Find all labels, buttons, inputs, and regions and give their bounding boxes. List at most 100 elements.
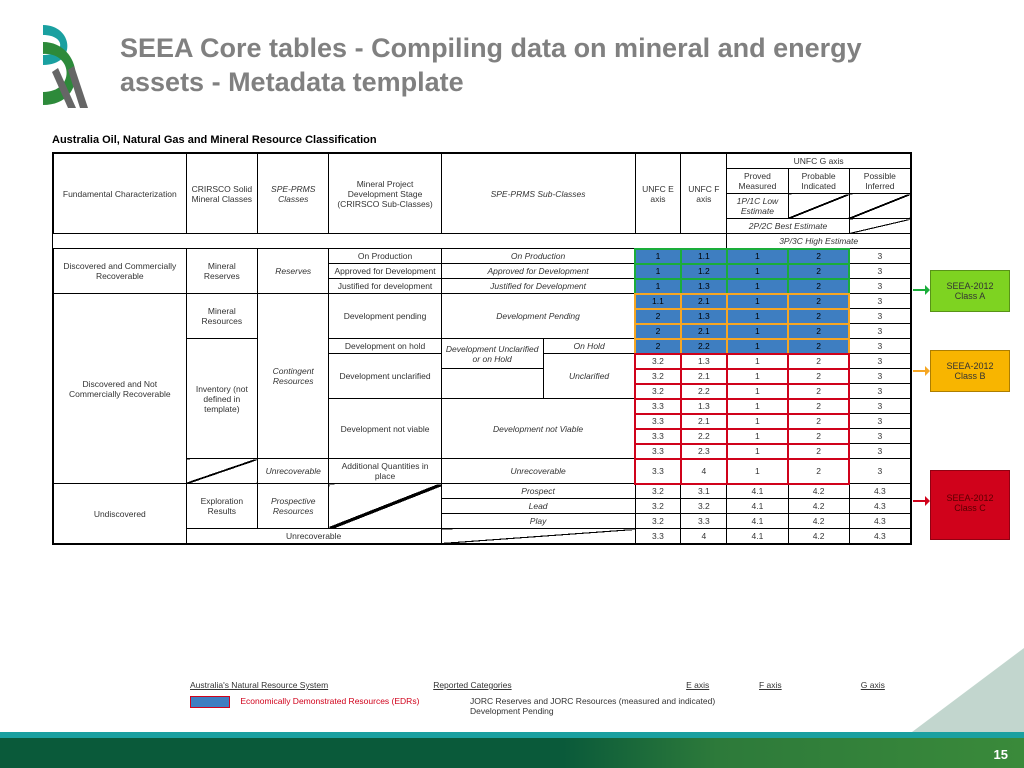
cell: 3.2 bbox=[635, 384, 681, 399]
sub-unrec: Unrecoverable bbox=[441, 459, 635, 484]
hdr-sub: SPE-PRMS Sub-Classes bbox=[441, 154, 635, 234]
cell: 4.3 bbox=[849, 499, 910, 514]
footer-bar bbox=[0, 738, 1024, 768]
cell: 1.1 bbox=[681, 249, 727, 264]
hdr-g: UNFC G axis bbox=[727, 154, 911, 169]
cell: 3 bbox=[849, 414, 910, 429]
cell: 3.3 bbox=[635, 429, 681, 444]
cell: 3 bbox=[849, 339, 910, 354]
legend-rep: Reported Categories bbox=[433, 680, 646, 690]
legend-f: F axis bbox=[749, 680, 792, 690]
table-subtitle: Australia Oil, Natural Gas and Mineral R… bbox=[52, 134, 377, 146]
edr-swatch-icon bbox=[190, 696, 230, 708]
oecd-logo-icon bbox=[28, 20, 98, 110]
hdr-spe: SPE-PRMS Classes bbox=[258, 154, 329, 234]
cell: 2.2 bbox=[681, 384, 727, 399]
sub-onhold: On Hold bbox=[543, 339, 635, 354]
stage-unclarified: Development unclarified bbox=[329, 354, 441, 399]
sub-onprod: On Production bbox=[441, 249, 635, 264]
sub-pending: Development Pending bbox=[441, 294, 635, 339]
stage-onprod: On Production bbox=[329, 249, 441, 264]
sub-lead: Lead bbox=[441, 499, 635, 514]
cell: 1 bbox=[727, 324, 788, 339]
legend-jorc: JORC Reserves and JORC Resources (measur… bbox=[470, 696, 720, 716]
cell: 2 bbox=[788, 429, 849, 444]
cell: 3.1 bbox=[681, 484, 727, 499]
grp-min-resources: Mineral Resources bbox=[186, 294, 257, 339]
cell: 1.3 bbox=[681, 399, 727, 414]
cell: 2 bbox=[788, 384, 849, 399]
cell: 1.1 bbox=[635, 294, 681, 309]
cell: 2 bbox=[635, 309, 681, 324]
cell: 1 bbox=[635, 279, 681, 294]
cell: 4.2 bbox=[788, 514, 849, 529]
hdr-est1: 1P/1C Low Estimate bbox=[727, 194, 788, 219]
cell: 3 bbox=[849, 264, 910, 279]
cell: 2 bbox=[788, 399, 849, 414]
grp-prospective: Prospective Resources bbox=[258, 484, 329, 529]
cell: 2 bbox=[788, 339, 849, 354]
cell: 4.3 bbox=[849, 514, 910, 529]
cell: 1 bbox=[727, 279, 788, 294]
cell: 3.2 bbox=[635, 354, 681, 369]
cell: 4.1 bbox=[727, 499, 788, 514]
diag-cell bbox=[849, 219, 910, 234]
cell: 1 bbox=[727, 459, 788, 484]
cell: 3 bbox=[849, 384, 910, 399]
cell: 2 bbox=[635, 324, 681, 339]
cell: 1 bbox=[635, 264, 681, 279]
stage-notviable: Development not viable bbox=[329, 399, 441, 459]
stage-addqty: Additional Quantities in place bbox=[329, 459, 441, 484]
cell: 2 bbox=[788, 279, 849, 294]
cell: 2.1 bbox=[681, 414, 727, 429]
sub-justified: Justified for Development bbox=[441, 279, 635, 294]
diag-cell bbox=[186, 459, 257, 484]
cell: 2 bbox=[788, 309, 849, 324]
hdr-g1: Proved Measured bbox=[727, 169, 788, 194]
sub-play: Play bbox=[441, 514, 635, 529]
cell: 2 bbox=[788, 249, 849, 264]
legend-e: E axis bbox=[676, 680, 719, 690]
cell: 1.3 bbox=[681, 309, 727, 324]
cell: 1 bbox=[727, 294, 788, 309]
cell: 3.3 bbox=[635, 399, 681, 414]
cell: 3.2 bbox=[681, 499, 727, 514]
cell: 2.1 bbox=[681, 369, 727, 384]
cell: 3 bbox=[849, 354, 910, 369]
cell: 1 bbox=[727, 399, 788, 414]
hdr-stage: Mineral Project Development Stage (CRIRS… bbox=[329, 154, 441, 234]
grp-unrec2: Unrecoverable bbox=[186, 529, 441, 544]
cell: 1 bbox=[727, 429, 788, 444]
cell: 1 bbox=[727, 414, 788, 429]
cell: 1 bbox=[727, 309, 788, 324]
sub-notviable: Development not Viable bbox=[441, 399, 635, 459]
sub-unclarified: Unclarified bbox=[543, 354, 635, 399]
annot-class-c: SEEA-2012 Class C bbox=[930, 470, 1010, 540]
cell: 4 bbox=[681, 529, 727, 544]
cell: 3 bbox=[849, 444, 910, 459]
cell: 3 bbox=[849, 249, 910, 264]
hdr-crirsco: CRIRSCO Solid Mineral Classes bbox=[186, 154, 257, 234]
classification-table: Fundamental Characterization CRIRSCO Sol… bbox=[52, 152, 912, 545]
cell: 1 bbox=[727, 354, 788, 369]
cell: 3.3 bbox=[635, 444, 681, 459]
sub-approved: Approved for Development bbox=[441, 264, 635, 279]
cell: 4.3 bbox=[849, 484, 910, 499]
annot-class-a: SEEA-2012 Class A bbox=[930, 270, 1010, 312]
cell: 4.2 bbox=[788, 499, 849, 514]
cell: 4.1 bbox=[727, 514, 788, 529]
cell: 2 bbox=[788, 264, 849, 279]
cell: 3 bbox=[849, 279, 910, 294]
cell: 2.3 bbox=[681, 444, 727, 459]
cell: 3.2 bbox=[635, 369, 681, 384]
cell: 3 bbox=[849, 429, 910, 444]
cell: 2 bbox=[788, 459, 849, 484]
cell: 1 bbox=[727, 249, 788, 264]
legend-edr: Economically Demonstrated Resources (EDR… bbox=[240, 696, 430, 706]
sub-devunc: Development Unclarified or on Hold bbox=[441, 339, 543, 369]
cell: 4.2 bbox=[788, 529, 849, 544]
cell: 2 bbox=[788, 414, 849, 429]
cell: 3 bbox=[849, 324, 910, 339]
stage-pending: Development pending bbox=[329, 294, 441, 339]
cell: 1.2 bbox=[681, 264, 727, 279]
